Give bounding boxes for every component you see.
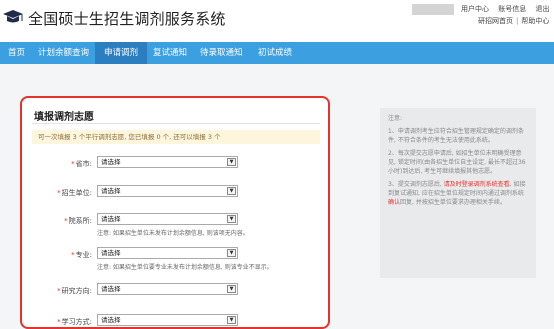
department-label: *院系所:	[64, 217, 92, 225]
user-center-link[interactable]: 用户中心	[461, 5, 489, 13]
instruction-item-2: 2、每次提交志愿申请后, 如招生单位未明确受理意见, 锁定时间(由各招生单位自主…	[388, 150, 526, 175]
institution-select[interactable]: 请选择 ▼	[97, 185, 238, 197]
major-label: *专业:	[71, 251, 92, 259]
header: 全国硕士生招生调剂服务系统 用户中心 账号信息 退出 研招网首页 | 帮助中心	[0, 0, 554, 42]
nav-item-retest-notice[interactable]: 复试通知	[145, 42, 195, 64]
link-separator: |	[516, 17, 519, 25]
form-title: 填报调剂志愿	[34, 112, 94, 123]
research-direction-select[interactable]: 请选择 ▼	[97, 283, 238, 295]
chevron-down-icon: ▼	[227, 285, 236, 293]
instructions-panel: 注意: 1、申请调剂考生应符合招生管理规定确定的调剂条件, 不符合条件的考生无法…	[380, 108, 536, 278]
quota-notice: 可一次填报 3 个平行调剂志愿, 您已填报 0 个, 还可以填报 3 个	[32, 130, 320, 144]
chevron-down-icon: ▼	[227, 316, 236, 324]
province-select[interactable]: 请选择 ▼	[97, 156, 238, 168]
adjustment-form-panel: 填报调剂志愿 可一次填报 3 个平行调剂志愿, 您已填报 0 个, 还可以填报 …	[20, 96, 330, 329]
chevron-down-icon: ▼	[227, 187, 236, 195]
nav-item-home[interactable]: 首页	[0, 42, 33, 64]
user-name-redacted	[412, 4, 454, 15]
instruction-item-3: 3、提交调剂志愿后, 请及时登录调剂系统查看, 如接到复试通知, 应在招生单位规…	[388, 181, 526, 206]
major-hint: 注意: 如果招生单位要专业未发布计划余额信息, 则该专业不显示。	[97, 264, 273, 271]
chevron-down-icon: ▼	[227, 249, 236, 257]
institution-label: *招生单位:	[57, 189, 92, 197]
research-direction-label: *研究方向:	[57, 287, 92, 295]
divider	[32, 123, 320, 124]
site-title: 全国硕士生招生调剂服务系统	[28, 10, 226, 28]
chevron-down-icon: ▼	[227, 215, 236, 223]
instructions-title: 注意:	[388, 115, 403, 122]
major-select[interactable]: 请选择 ▼	[97, 247, 238, 259]
study-mode-select[interactable]: 请选择 ▼	[97, 314, 238, 326]
graduation-cap-icon	[3, 10, 23, 23]
study-mode-label: *学习方式:	[57, 318, 92, 326]
department-hint: 注意: 如果招生单位未发布计划余额信息, 则该项无内容。	[97, 230, 249, 237]
nav-item-apply-adjustment[interactable]: 申请调剂	[95, 42, 147, 64]
account-info-link[interactable]: 账号信息	[498, 5, 526, 13]
department-select[interactable]: 请选择 ▼	[97, 213, 238, 225]
instruction-item-1: 1、申请调剂考生应符合招生管理规定确定的调剂条件, 不符合条件的考生无法使用此系…	[388, 128, 524, 144]
sub-links: 研招网首页 | 帮助中心	[478, 16, 549, 26]
province-label: *省市:	[71, 160, 92, 168]
yanzhao-home-link[interactable]: 研招网首页	[478, 17, 513, 25]
nav-item-exam-scores[interactable]: 初试成绩	[250, 42, 300, 64]
nav-item-admission-notice[interactable]: 待录取通知	[192, 42, 251, 64]
top-links: 用户中心 账号信息 退出	[461, 4, 554, 14]
chevron-down-icon: ▼	[227, 158, 236, 166]
nav-item-plan-balance[interactable]: 计划余额查询	[30, 42, 97, 64]
help-center-link[interactable]: 帮助中心	[521, 17, 549, 25]
logout-link[interactable]: 退出	[535, 5, 549, 13]
main-nav: 首页 计划余额查询 申请调剂 复试通知 待录取通知 初试成绩	[0, 42, 554, 64]
